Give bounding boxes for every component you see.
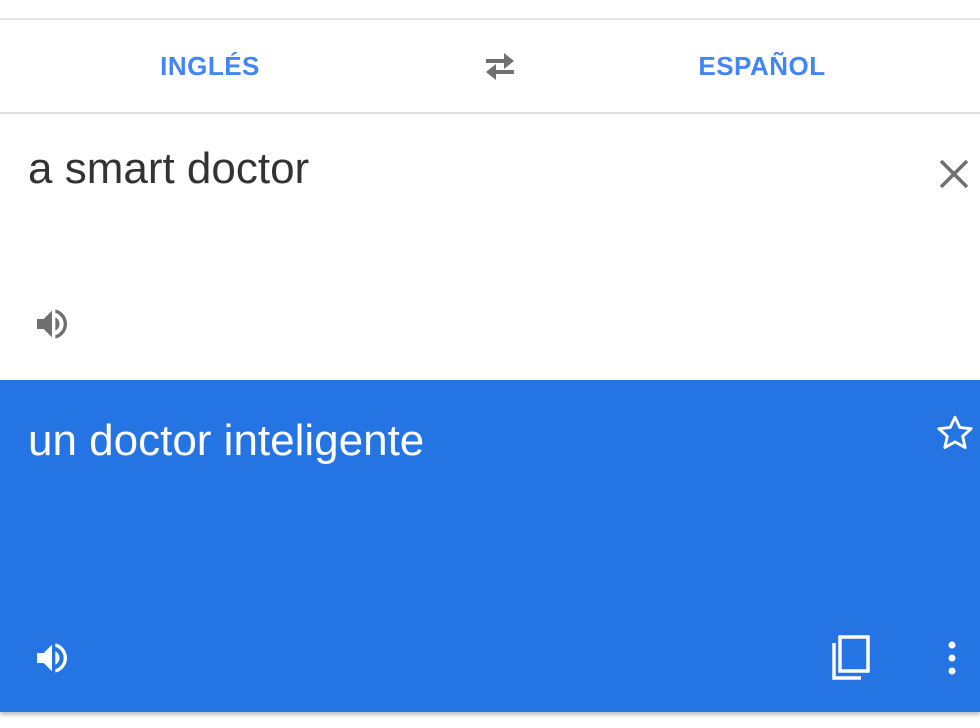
more-vert-icon xyxy=(948,641,956,675)
translation-text: un doctor inteligente xyxy=(28,416,425,465)
translate-app: INGLÉS ESPAÑOL a smart doctor un doctor … xyxy=(0,0,980,728)
source-panel: a smart doctor xyxy=(0,114,980,380)
translation-result-card: un doctor inteligente xyxy=(0,380,980,712)
copy-icon xyxy=(832,635,870,680)
language-bar: INGLÉS ESPAÑOL xyxy=(0,20,980,112)
clear-button[interactable] xyxy=(930,150,978,198)
source-language-label: INGLÉS xyxy=(160,50,260,81)
copy-button[interactable] xyxy=(824,632,876,684)
swap-languages-button[interactable] xyxy=(476,46,524,86)
result-listen-button[interactable] xyxy=(28,634,76,682)
swap-arrows-icon xyxy=(486,53,514,80)
source-listen-button[interactable] xyxy=(28,300,76,348)
star-outline-icon xyxy=(937,415,973,449)
more-options-button[interactable] xyxy=(932,634,972,682)
speaker-icon xyxy=(37,309,67,339)
speaker-icon xyxy=(37,643,67,673)
save-translation-button[interactable] xyxy=(932,410,978,456)
target-language-label: ESPAÑOL xyxy=(698,50,826,81)
target-language-button[interactable]: ESPAÑOL xyxy=(612,20,912,112)
source-language-button[interactable]: INGLÉS xyxy=(60,20,360,112)
source-text-input[interactable]: a smart doctor xyxy=(28,144,309,194)
close-icon xyxy=(939,159,969,189)
